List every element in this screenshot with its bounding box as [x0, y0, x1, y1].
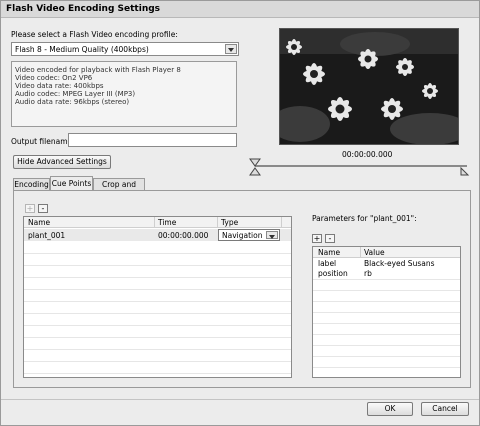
output-filename-label: Output filename: [11, 137, 75, 146]
cue-type-select[interactable]: Navigation [218, 229, 280, 241]
window-title: Flash Video Encoding Settings [6, 4, 161, 14]
output-filename-field[interactable] [68, 133, 237, 147]
preview-timecode: 00:00:00.000 [342, 150, 393, 159]
column-header-value[interactable]: Value [364, 248, 385, 257]
chevron-down-icon[interactable] [225, 44, 237, 54]
profile-info-line: Video codec: On2 VP6 [15, 74, 93, 82]
column-header-type[interactable]: Type [221, 218, 238, 227]
cue-time-cell: 00:00:00.000 [158, 231, 209, 240]
table-row[interactable]: label Black-eyed Susans [313, 259, 460, 269]
column-header-time[interactable]: Time [158, 218, 176, 227]
profile-info-line: Audio codec: MPEG Layer III (MP3) [15, 90, 136, 98]
param-name-cell: position [318, 269, 348, 278]
ok-button[interactable]: OK [367, 402, 413, 416]
param-value-cell: Black-eyed Susans [364, 259, 435, 268]
video-preview [279, 28, 459, 145]
table-row[interactable]: plant_001 00:00:00.000 Navigation [24, 229, 291, 241]
footer-divider [1, 399, 479, 400]
parameters-title: Parameters for "plant_001": [312, 214, 417, 223]
hide-advanced-settings-button[interactable]: Hide Advanced Settings [13, 155, 111, 169]
remove-cue-point-button[interactable]: - [38, 204, 48, 213]
tab-crop-and-trim[interactable]: Crop and Trim [93, 178, 145, 200]
param-name-cell: label [318, 259, 337, 268]
parameters-table[interactable]: Name Value label Black-eyed Susans posit… [312, 246, 461, 378]
remove-parameter-button[interactable]: - [325, 234, 335, 243]
scrubber-track[interactable] [255, 165, 467, 167]
flower-preview-image [280, 29, 458, 144]
profile-select[interactable]: Flash 8 - Medium Quality (400kbps) [11, 42, 239, 56]
profile-info-line: Audio data rate: 96kbps (stereo) [15, 98, 130, 106]
cue-points-table[interactable]: Name Time Type plant_001 00:00:00.000 Na… [23, 216, 292, 378]
tab-encoding[interactable]: Encoding [13, 178, 50, 190]
cue-type-value: Navigation [222, 231, 263, 240]
profile-select-value: Flash 8 - Medium Quality (400kbps) [15, 45, 149, 54]
column-header-name[interactable]: Name [318, 248, 340, 257]
encoding-settings-dialog: Flash Video Encoding Settings Please sel… [0, 0, 480, 426]
out-point-marker-icon[interactable] [460, 167, 470, 177]
parameters-header: Name Value [313, 247, 460, 258]
profile-prompt: Please select a Flash Video encoding pro… [11, 30, 178, 39]
column-header-name[interactable]: Name [28, 218, 50, 227]
tab-cue-points[interactable]: Cue Points [50, 176, 93, 191]
in-point-marker-icon[interactable] [248, 157, 262, 177]
param-value-cell: rb [364, 269, 372, 278]
title-bar: Flash Video Encoding Settings [1, 1, 479, 18]
cancel-button[interactable]: Cancel [421, 402, 469, 416]
profile-info-line: Video data rate: 400kbps [15, 82, 104, 90]
add-cue-point-button[interactable]: + [25, 204, 35, 213]
add-parameter-button[interactable]: + [312, 234, 322, 243]
cue-points-header: Name Time Type [24, 217, 291, 228]
profile-info-line: Video encoded for playback with Flash Pl… [15, 66, 181, 74]
chevron-down-icon[interactable] [266, 231, 278, 239]
table-row[interactable]: position rb [313, 269, 460, 279]
cue-name-cell: plant_001 [28, 231, 66, 240]
profile-info-box: Video encoded for playback with Flash Pl… [11, 61, 237, 127]
